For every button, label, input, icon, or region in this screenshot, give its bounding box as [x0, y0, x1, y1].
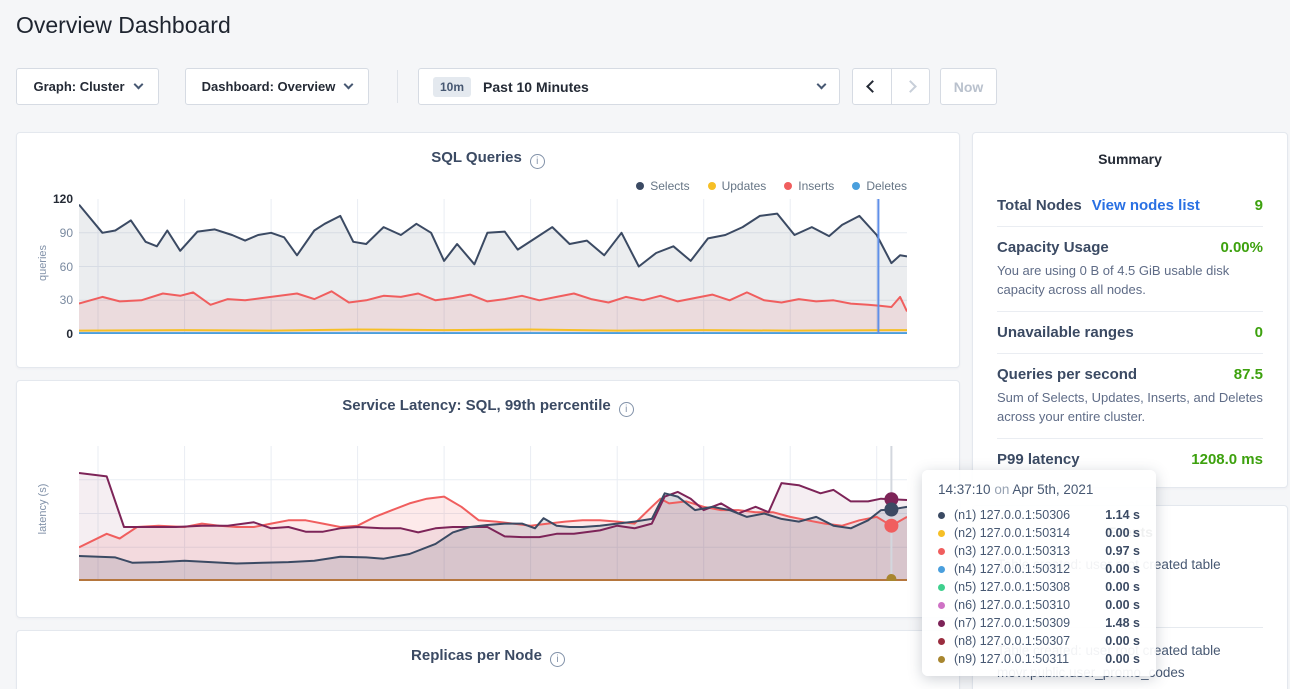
summary-title: Summary [997, 151, 1263, 167]
sql-queries-card: SQL Queriesi Selects Updates Inserts Del… [16, 132, 960, 368]
time-prev-button[interactable] [853, 69, 891, 104]
replicas-per-node-title: Replicas per Nodei [17, 647, 959, 667]
node-color-dot-icon [938, 566, 945, 573]
capacity-usage-value: 0.00% [1220, 239, 1263, 256]
summary-row-total-nodes: Total Nodes View nodes list 9 [997, 185, 1263, 227]
unavailable-ranges-label: Unavailable ranges [997, 324, 1134, 341]
qps-description: Sum of Selects, Updates, Inserts, and De… [997, 388, 1263, 426]
tooltip-node-row: (n7) 127.0.0.1:503091.48 s [938, 614, 1140, 632]
tooltip-node-row: (n4) 127.0.0.1:503120.00 s [938, 560, 1140, 578]
node-color-dot-icon [938, 602, 945, 609]
time-next-button[interactable] [891, 69, 929, 104]
sql-queries-chart[interactable] [79, 199, 907, 334]
total-nodes-value: 9 [1255, 197, 1263, 214]
total-nodes-label: Total Nodes [997, 197, 1082, 214]
tooltip-node-row: (n5) 127.0.0.1:503080.00 s [938, 578, 1140, 596]
updates-dot-icon [708, 182, 716, 190]
y-axis-tick-label: 0 [17, 327, 73, 341]
legend-item-inserts: Inserts [784, 179, 834, 193]
y-axis-tick-label: 30 [17, 293, 73, 307]
y-axis-tick-label: 90 [17, 226, 73, 240]
info-icon[interactable]: i [550, 652, 565, 667]
graph-dropdown-label: Graph: Cluster [33, 79, 124, 94]
tooltip-node-list: (n1) 127.0.0.1:503061.14 s (n2) 127.0.0.… [938, 506, 1140, 668]
capacity-usage-description: You are using 0 B of 4.5 GiB usable disk… [997, 261, 1263, 299]
capacity-usage-label: Capacity Usage [997, 239, 1109, 256]
info-icon[interactable]: i [619, 402, 634, 417]
y-axis-tick-label: 120 [17, 192, 73, 206]
overview-dashboard-page: Overview Dashboard Graph: Cluster Dashbo… [0, 0, 1290, 689]
unavailable-ranges-value: 0 [1255, 324, 1263, 341]
time-range-label: Past 10 Minutes [483, 79, 589, 95]
legend-item-deletes: Deletes [852, 179, 907, 193]
service-latency-card: Service Latency: SQL, 99th percentilei l… [16, 380, 960, 618]
replicas-per-node-card: Replicas per Nodei [16, 630, 960, 689]
p99-latency-label: P99 latency [997, 451, 1080, 468]
tooltip-node-row: (n2) 127.0.0.1:503140.00 s [938, 524, 1140, 542]
node-color-dot-icon [938, 656, 945, 663]
y-axis-tick-label: 60 [17, 260, 73, 274]
p99-latency-value: 1208.0 ms [1191, 451, 1263, 468]
summary-row-qps: Queries per second 87.5 Sum of Selects, … [997, 354, 1263, 439]
sql-queries-legend: Selects Updates Inserts Deletes [636, 179, 907, 193]
tooltip-node-row: (n3) 127.0.0.1:503130.97 s [938, 542, 1140, 560]
time-range-dropdown[interactable]: 10m Past 10 Minutes [418, 68, 840, 105]
node-color-dot-icon [938, 584, 945, 591]
selects-dot-icon [636, 182, 644, 190]
tooltip-node-row: (n6) 127.0.0.1:503100.00 s [938, 596, 1140, 614]
node-color-dot-icon [938, 638, 945, 645]
tooltip-timestamp: 14:37:10 on Apr 5th, 2021 [938, 482, 1140, 502]
node-color-dot-icon [938, 620, 945, 627]
qps-value: 87.5 [1234, 366, 1263, 383]
tooltip-node-row: (n9) 127.0.0.1:503110.00 s [938, 650, 1140, 668]
latency-hover-tooltip: 14:37:10 on Apr 5th, 2021 (n1) 127.0.0.1… [922, 470, 1156, 676]
summary-row-unavailable-ranges: Unavailable ranges 0 [997, 312, 1263, 354]
legend-item-updates: Updates [708, 179, 767, 193]
dashboard-dropdown-label: Dashboard: Overview [202, 79, 336, 94]
chevron-right-icon [904, 80, 917, 93]
chevron-down-icon [817, 80, 827, 90]
dashboard-dropdown[interactable]: Dashboard: Overview [185, 68, 369, 105]
info-icon[interactable]: i [530, 154, 545, 169]
sql-queries-title: SQL Queriesi [17, 149, 959, 169]
toolbar-divider [397, 70, 398, 103]
node-color-dot-icon [938, 530, 945, 537]
latency-y-axis-label: latency (s) [37, 449, 49, 569]
service-latency-title: Service Latency: SQL, 99th percentilei [17, 397, 959, 417]
chevron-down-icon [133, 80, 143, 90]
view-nodes-list-link[interactable]: View nodes list [1092, 197, 1200, 214]
node-color-dot-icon [938, 512, 945, 519]
chevron-down-icon [344, 80, 354, 90]
qps-label: Queries per second [997, 366, 1137, 383]
graph-dropdown[interactable]: Graph: Cluster [16, 68, 159, 105]
node-color-dot-icon [938, 548, 945, 555]
page-title: Overview Dashboard [16, 12, 231, 39]
summary-panel: Summary Total Nodes View nodes list 9 Ca… [972, 132, 1288, 488]
time-range-badge: 10m [433, 77, 471, 97]
now-button[interactable]: Now [940, 68, 997, 105]
tooltip-node-row: (n1) 127.0.0.1:503061.14 s [938, 506, 1140, 524]
tooltip-node-row: (n8) 127.0.0.1:503070.00 s [938, 632, 1140, 650]
summary-row-capacity: Capacity Usage 0.00% You are using 0 B o… [997, 227, 1263, 312]
service-latency-chart[interactable] [79, 446, 907, 581]
legend-item-selects: Selects [636, 179, 689, 193]
deletes-dot-icon [852, 182, 860, 190]
inserts-dot-icon [784, 182, 792, 190]
chevron-left-icon [866, 80, 879, 93]
time-nav-group [852, 68, 930, 105]
